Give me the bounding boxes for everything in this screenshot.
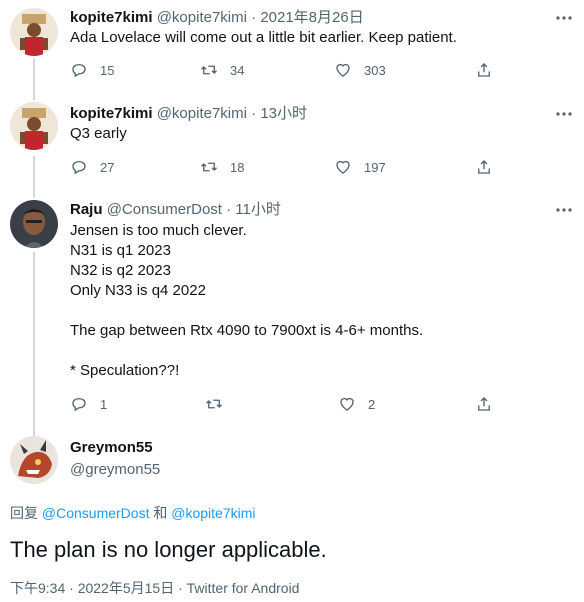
reply-icon <box>72 398 86 412</box>
more-icon[interactable] <box>554 200 574 220</box>
more-icon[interactable] <box>554 8 574 28</box>
reply-icon <box>72 64 86 78</box>
reply-count: 1 <box>100 396 108 412</box>
retweet-button[interactable] <box>205 394 223 414</box>
reply-button[interactable]: 1 <box>70 394 107 414</box>
heart-icon <box>336 160 350 174</box>
separator: · <box>251 105 257 122</box>
author-handle[interactable]: @kopite7kimi <box>157 9 247 26</box>
avatar[interactable] <box>10 8 58 56</box>
heart-icon <box>336 63 350 77</box>
like-button[interactable]: 303 <box>334 60 386 80</box>
share-icon <box>478 63 490 77</box>
tweet[interactable]: kopite7kimi @kopite7kimi · 13小时 Q3 early… <box>0 98 584 194</box>
replying-to-label: 回复 <box>10 505 38 521</box>
mention-link[interactable]: @kopite7kimi <box>171 505 255 521</box>
retweet-icon <box>206 399 222 409</box>
tweet-actions: 15 34 303 <box>70 60 510 80</box>
reply-button[interactable]: 15 <box>70 60 114 80</box>
tweet-text: Q3 early <box>70 125 127 142</box>
reply-count: 27 <box>100 159 115 175</box>
timestamp[interactable]: 2021年8月26日 <box>260 9 363 26</box>
retweet-count: 34 <box>230 62 245 78</box>
tweet-actions: 1 2 <box>70 394 510 414</box>
avatar[interactable] <box>10 102 58 150</box>
like-count: 303 <box>364 62 386 78</box>
separator: · <box>226 201 232 218</box>
author-name[interactable]: kopite7kimi <box>70 105 153 122</box>
tweet-actions: 27 18 197 <box>70 157 510 177</box>
replying-to-and: 和 <box>153 505 168 521</box>
avatar[interactable] <box>10 436 58 484</box>
share-icon <box>478 160 490 174</box>
share-button[interactable] <box>475 157 493 177</box>
like-count: 2 <box>368 396 376 412</box>
timestamp[interactable]: 13小时 <box>260 105 307 122</box>
replying-to: 回复 @ConsumerDost 和 @kopite7kimi <box>10 503 256 523</box>
tweet-text: The plan is no longer applicable. <box>10 537 327 562</box>
author-name[interactable]: kopite7kimi <box>70 9 153 26</box>
more-icon[interactable] <box>554 104 574 124</box>
heart-icon <box>340 397 354 411</box>
retweet-icon <box>201 65 217 75</box>
retweet-icon <box>201 162 217 172</box>
retweet-button[interactable]: 18 <box>200 157 244 177</box>
mention-link[interactable]: @ConsumerDost <box>42 505 150 521</box>
tweet[interactable]: kopite7kimi @kopite7kimi · 2021年8月26日 Ad… <box>0 0 584 98</box>
author-handle[interactable]: @greymon55 <box>70 460 160 480</box>
avatar[interactable] <box>10 200 58 248</box>
tweet-meta[interactable]: 下午9:34 · 2022年5月15日 · Twitter for Androi… <box>10 578 299 598</box>
timestamp[interactable]: 11小时 <box>235 201 281 218</box>
like-button[interactable]: 2 <box>338 394 375 414</box>
tweet[interactable]: Raju @ConsumerDost · 11小时 Jensen is too … <box>0 194 584 430</box>
tweet-text: Jensen is too much clever. N31 is q1 202… <box>70 222 424 379</box>
reply-count: 15 <box>100 62 115 78</box>
like-count: 197 <box>364 159 386 175</box>
reply-button[interactable]: 27 <box>70 157 114 177</box>
author-handle[interactable]: @kopite7kimi <box>157 105 247 122</box>
separator: · <box>251 9 257 26</box>
share-button[interactable] <box>475 60 493 80</box>
retweet-count: 18 <box>230 159 245 175</box>
share-button[interactable] <box>475 394 493 414</box>
tweet-text: Ada Lovelace will come out a little bit … <box>70 29 457 46</box>
retweet-button[interactable]: 34 <box>200 60 244 80</box>
author-name[interactable]: Raju <box>70 201 103 218</box>
reply-icon <box>72 161 86 175</box>
like-button[interactable]: 197 <box>334 157 386 177</box>
share-icon <box>478 397 490 411</box>
author-handle[interactable]: @ConsumerDost <box>107 201 222 218</box>
author-name[interactable]: Greymon55 <box>70 438 160 458</box>
